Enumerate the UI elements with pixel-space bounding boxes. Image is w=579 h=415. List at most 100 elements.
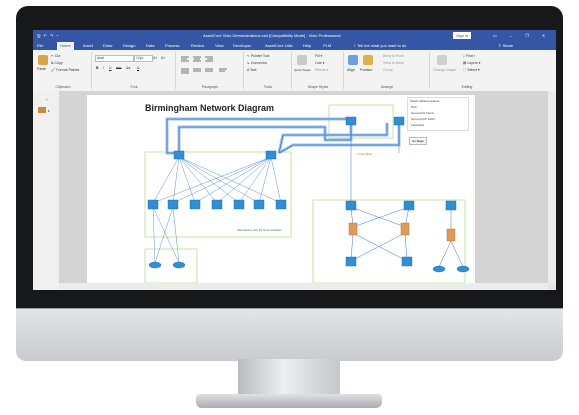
tab-assetcore-utils[interactable]: AssetCore Utils [265,42,293,50]
tab-review[interactable]: Review [191,42,204,50]
screen: 🖫 ↶ ↷ ▾ AssetCore Visio Demonstrations.v… [33,30,556,290]
font-group: Arial 12pt. A˄ A˅ B I U abc Aa A Font [93,52,176,89]
tab-data[interactable]: Data [146,42,154,50]
paragraph-group: Paragraph [177,52,244,89]
core-switch-2 [265,150,277,160]
position-icon [363,55,373,65]
tab-process[interactable]: Process [165,42,179,50]
tools-group: ↖ Pointer Tool ↳ Connector A Text Tools [245,52,292,89]
share-button[interactable]: ⇪ Share [498,42,513,50]
window-title: AssetCore Visio Demonstrations.vsd [Comp… [203,33,341,38]
ribbon: Paste ✂ Cut ⧉ Copy 🖌 Format Painter Clip… [33,50,556,92]
svg-text:›: › [46,97,48,103]
window-controls[interactable]: ▭ – ❐ ✕ [493,33,551,38]
arrange-group-label: Arrange [380,85,394,89]
tab-design[interactable]: Design [123,42,135,50]
change-case-button[interactable]: Aa [126,66,130,70]
horizontal-scrollbar[interactable] [59,283,548,290]
font-group-label: Font [130,85,138,89]
editing-group: Change Shape ⌕ Find ▾ ▤ Layers ▾ ⬚ Selec… [431,52,503,89]
option-radio-2[interactable]: Nexus/ACF Fabric [411,111,434,115]
fill-button[interactable]: Fill ▾ [315,54,322,58]
tell-me-search[interactable]: ♀ Tell me what you want to do [353,42,406,50]
title-bar: 🖫 ↶ ↷ ▾ AssetCore Visio Demonstrations.v… [33,30,556,41]
change-shape-icon [437,55,447,65]
editing-group-label: Editing [461,85,473,89]
text-tool-button[interactable]: A Text [247,68,256,72]
tab-draw[interactable]: Draw [103,42,112,50]
tab-file[interactable]: File [37,42,43,50]
tab-help[interactable]: Help [303,42,311,50]
ribbon-tabs: File Home Insert Draw Design Data Proces… [33,41,556,50]
pointer-tool-button[interactable]: ↖ Pointer Tool [247,54,269,58]
effects-button[interactable]: Effects ▾ [315,68,328,72]
vertical-scrollbar[interactable] [548,91,556,283]
quick-styles-icon [297,55,307,65]
svg-text:▸: ▸ [48,108,50,113]
tab-home[interactable]: Home [57,42,74,50]
change-shape-button[interactable]: Change Shape [433,68,456,72]
cut-button[interactable]: ✂ Cut [51,54,60,58]
grow-font-button[interactable]: A˄ [153,56,157,60]
core-switch-1 [173,150,185,160]
monitor-chin [16,308,563,361]
firewalls [348,222,456,242]
tab-developer[interactable]: Developer [233,42,251,50]
access-switches [147,199,457,267]
apply-options-button[interactable]: Go Stage [409,137,427,145]
align-icon [348,55,358,65]
shape-styles-group-label: Shape Styles [307,85,329,89]
options-title: Select cabinet options [410,99,440,103]
tab-plm[interactable]: PLM [323,42,331,50]
options-panel: Select cabinet options Both Nexus/ACF Fa… [407,97,469,131]
paste-button[interactable]: Paste [37,67,46,71]
option-radio-3[interactable]: Nexus/LACP Fabric [411,117,436,121]
firewall-switch-1 [345,116,357,126]
copy-button[interactable]: ⧉ Copy [51,61,63,65]
group-note: Data Stack is Gen 4th Server Facilities [237,229,282,232]
firewall-switch-2 [393,116,405,126]
group-button[interactable]: Group [383,68,393,72]
drawing-canvas[interactable]: Birmingham Network Diagram Select cabine… [59,91,548,283]
paragraph-group-label: Paragraph [201,85,219,89]
position-button[interactable]: Position [360,68,372,72]
layers-button[interactable]: ▤ Layers ▾ [463,61,481,65]
align-button[interactable]: Align [347,68,355,72]
option-radio-4[interactable]: Fabricated [411,123,424,127]
font-size-select[interactable]: 12pt. [134,55,153,62]
font-color-button[interactable]: A [137,66,140,71]
sign-in-button[interactable]: Sign in [453,32,472,39]
paragraph-align-icons[interactable] [177,54,243,82]
tools-group-label: Tools [263,85,273,89]
clipboard-group: Paste ✂ Cut ⧉ Copy 🖌 Format Painter Clip… [35,52,92,89]
font-name-select[interactable]: Arial [95,55,134,62]
quick-access-toolbar[interactable]: 🖫 ↶ ↷ ▾ [37,33,59,40]
clipboard-group-label: Clipboard [55,85,71,89]
monitor-stand-foot [196,394,382,408]
bold-button[interactable]: B [96,66,99,70]
core-access-mesh [152,156,282,264]
line-button[interactable]: Line ▾ [315,61,324,65]
shapes-pane[interactable]: › ▸ [33,91,60,290]
send-to-back-button[interactable]: Send to Back [383,61,404,65]
select-button[interactable]: ⬚ Select ▾ [463,68,480,72]
quick-styles-button[interactable]: Quick Styles [294,68,311,72]
diagram-title[interactable]: Birmingham Network Diagram [145,103,274,113]
paste-icon [38,55,48,65]
tab-insert[interactable]: Insert [83,42,93,50]
shape-styles-group: Quick Styles Fill ▾ Line ▾ Effects ▾ Sha… [293,52,344,89]
shrink-font-button[interactable]: A˅ [161,56,165,60]
option-radio-1[interactable]: Both [411,105,417,109]
arrange-group: Align Position Bring to Front Send to Ba… [345,52,430,89]
connector-button[interactable]: ↳ Connector [247,61,267,65]
underline-button[interactable]: U [109,66,112,70]
find-button[interactable]: ⌕ Find ▾ [463,54,475,58]
shapes-pane-icons[interactable]: › ▸ [33,91,59,131]
bring-to-front-button[interactable]: Bring to Front [383,54,404,58]
drawing-page[interactable]: Birmingham Network Diagram Select cabine… [87,95,475,283]
italic-button[interactable]: I [103,66,104,70]
strikethrough-button[interactable]: abc [116,66,122,70]
format-painter-button[interactable]: 🖌 Format Painter [51,68,80,72]
tab-view[interactable]: View [215,42,224,50]
monitor-stand-neck [238,359,340,395]
